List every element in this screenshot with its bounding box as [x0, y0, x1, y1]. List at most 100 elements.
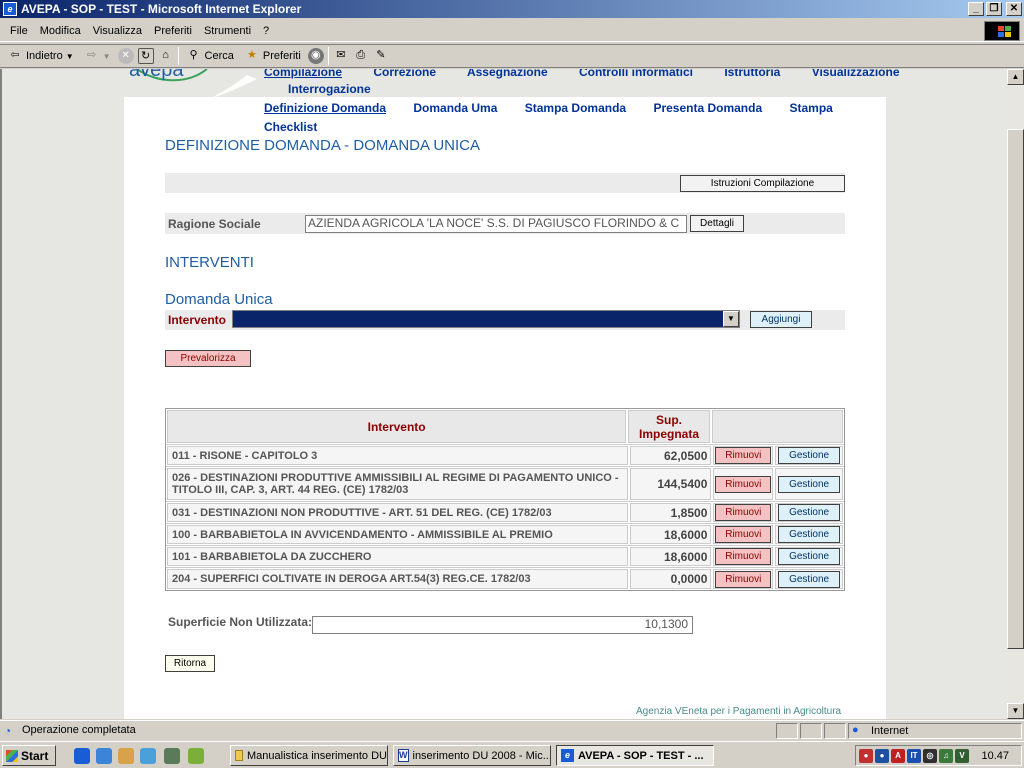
- favorites-icon: ★: [246, 49, 257, 61]
- gestione-button[interactable]: Gestione: [778, 475, 841, 493]
- aggiungi-button[interactable]: Aggiungi: [750, 311, 812, 328]
- istruzioni-compilazione-button[interactable]: Istruzioni Compilazione: [680, 175, 845, 192]
- nav-interrogazione[interactable]: Interrogazione: [288, 82, 371, 96]
- print-icon[interactable]: ⎙: [353, 48, 369, 64]
- scroll-thumb[interactable]: [1007, 129, 1024, 649]
- taskbar: Start Manualistica inserimento DU W inse…: [0, 741, 1024, 768]
- rimuovi-button[interactable]: Rimuovi: [715, 570, 772, 588]
- table-row: 101 - BARBABIETOLA DA ZUCCHERO 18,6000 Rim…: [166, 546, 844, 568]
- gestione-button[interactable]: Gestione: [778, 570, 841, 588]
- interventi-table: Intervento Sup. Impegnata 011 - RISONE -…: [165, 408, 845, 591]
- nav-compilazione[interactable]: Compilazione: [264, 69, 342, 79]
- cell-intervento: 204 - SUPERFICI COLTIVATE IN DEROGA ART.…: [167, 569, 628, 589]
- gestione-button[interactable]: Gestione: [778, 526, 841, 543]
- subnav-definizione-domanda[interactable]: Definizione Domanda: [264, 101, 386, 115]
- word-icon: W: [398, 749, 409, 762]
- status-text: Operazione completata: [22, 724, 136, 736]
- table-row: 026 - DESTINAZIONI PRODUTTIVE AMMISSIBIL…: [166, 467, 844, 502]
- task-manualistica[interactable]: Manualistica inserimento DU: [230, 745, 388, 766]
- back-label: Indietro: [26, 50, 63, 62]
- app-quicklaunch-icon[interactable]: [188, 748, 204, 764]
- cell-intervento: 100 - BARBABIETOLA IN AVVICENDAMENTO - A…: [167, 525, 628, 544]
- menu-modifica[interactable]: Modifica: [34, 25, 87, 37]
- page-done-icon: ◔: [4, 724, 12, 738]
- outlook-quicklaunch-icon[interactable]: [96, 748, 112, 764]
- minimize-button[interactable]: _: [968, 2, 984, 16]
- edit-icon[interactable]: ✎: [373, 48, 389, 64]
- nav-istruttoria[interactable]: Istruttoria: [724, 69, 780, 79]
- menu-file[interactable]: File: [4, 25, 34, 37]
- nav-correzione[interactable]: Correzione: [373, 69, 436, 79]
- subnav-domanda-uma[interactable]: Domanda Uma: [413, 101, 497, 115]
- cell-sup-impegnata: 18,6000: [629, 525, 712, 544]
- prevalorizza-button[interactable]: Prevalorizza: [165, 350, 251, 367]
- nav-visualizzazione[interactable]: Visualizzazione: [812, 69, 900, 79]
- tray-acrobat-icon[interactable]: A: [891, 748, 905, 763]
- gestione-button[interactable]: Gestione: [778, 447, 841, 464]
- rimuovi-button[interactable]: Rimuovi: [715, 447, 772, 464]
- intervento-label: Intervento: [168, 313, 227, 327]
- search-button[interactable]: ⚲ Cerca: [183, 48, 237, 64]
- rimuovi-button[interactable]: Rimuovi: [715, 548, 772, 565]
- vertical-scrollbar[interactable]: ▲ ▼: [1007, 69, 1024, 719]
- menu-strumenti[interactable]: Strumenti: [198, 25, 257, 37]
- interventi-heading: INTERVENTI: [165, 254, 254, 271]
- start-label: Start: [21, 748, 49, 763]
- tray-app-icon[interactable]: V: [955, 748, 969, 763]
- maximize-button[interactable]: ❒: [986, 2, 1002, 16]
- forward-arrow-icon: ⇨: [87, 49, 97, 61]
- start-button[interactable]: Start: [2, 745, 56, 766]
- toolbar: ⇦ Indietro ▼ ⇨ ▼ ✕ ↻ ⌂ ⚲ Cerca ★ Preferi…: [0, 44, 1024, 68]
- rimuovi-button[interactable]: Rimuovi: [715, 526, 772, 543]
- ie-quicklaunch-icon[interactable]: [74, 748, 90, 764]
- tray-language-icon[interactable]: IT: [907, 748, 921, 763]
- tray-security-icon[interactable]: ●: [875, 748, 889, 763]
- favorites-button[interactable]: ★ Preferiti: [241, 48, 304, 64]
- chevron-down-icon[interactable]: ▼: [723, 311, 739, 327]
- network-quicklaunch-icon[interactable]: [164, 748, 180, 764]
- home-icon[interactable]: ⌂: [158, 48, 174, 64]
- tray-audio-icon[interactable]: ♫: [939, 748, 953, 763]
- menu-help[interactable]: ?: [257, 25, 275, 37]
- scroll-up-icon[interactable]: ▲: [1007, 69, 1024, 85]
- stop-icon[interactable]: ✕: [117, 48, 134, 64]
- mail-icon[interactable]: ✉: [333, 48, 349, 64]
- subnav-checklist[interactable]: Checklist: [264, 120, 317, 134]
- ritorna-button[interactable]: Ritorna: [165, 655, 215, 672]
- close-button[interactable]: ✕: [1006, 2, 1022, 16]
- intervento-select[interactable]: ▼: [232, 310, 740, 328]
- nav-controlli-informatici[interactable]: Controlli informatici: [579, 69, 693, 79]
- domanda-unica-heading: Domanda Unica: [165, 291, 273, 308]
- window-title-bar[interactable]: e AVEPA - SOP - TEST - Microsoft Interne…: [0, 0, 1024, 18]
- media-icon[interactable]: ◉: [307, 48, 324, 64]
- rimuovi-button[interactable]: Rimuovi: [715, 504, 772, 521]
- window-title: AVEPA - SOP - TEST - Microsoft Internet …: [21, 2, 302, 16]
- windows-logo-icon: [984, 21, 1020, 41]
- nav-assegnazione[interactable]: Assegnazione: [467, 69, 548, 79]
- zone-panel: ● Internet: [848, 723, 1022, 739]
- tray-antivirus-icon[interactable]: ●: [859, 748, 873, 763]
- subnav-presenta-domanda[interactable]: Presenta Domanda: [653, 101, 762, 115]
- rimuovi-button[interactable]: Rimuovi: [715, 475, 772, 493]
- menu-visualizza[interactable]: Visualizza: [87, 25, 148, 37]
- task-word-document[interactable]: W inserimento DU 2008 - Mic...: [393, 745, 551, 766]
- chevron-down-icon[interactable]: ▼: [103, 52, 111, 61]
- refresh-icon[interactable]: ↻: [137, 48, 154, 64]
- desktop-quicklaunch-icon[interactable]: [118, 748, 134, 764]
- gestione-button[interactable]: Gestione: [778, 504, 841, 521]
- task-avepa-browser[interactable]: e AVEPA - SOP - TEST - ...: [556, 745, 714, 766]
- back-button[interactable]: ⇦ Indietro ▼: [4, 48, 77, 64]
- dettagli-button[interactable]: Dettagli: [690, 215, 744, 232]
- menu-preferiti[interactable]: Preferiti: [148, 25, 198, 37]
- main-nav: Compilazione Correzione Assegnazione Con…: [264, 69, 928, 79]
- messenger-quicklaunch-icon[interactable]: [140, 748, 156, 764]
- scroll-down-icon[interactable]: ▼: [1007, 703, 1024, 719]
- tray-network-icon[interactable]: ◎: [923, 748, 937, 763]
- ragione-sociale-field: AZIENDA AGRICOLA 'LA NOCE' S.S. DI PAGIU…: [305, 215, 687, 233]
- header-intervento: Intervento: [167, 410, 627, 443]
- gestione-button[interactable]: Gestione: [778, 548, 841, 565]
- chevron-down-icon[interactable]: ▼: [66, 52, 74, 61]
- subnav-stampa[interactable]: Stampa: [789, 101, 832, 115]
- forward-button[interactable]: ⇨ ▼: [81, 48, 114, 64]
- subnav-stampa-domanda[interactable]: Stampa Domanda: [525, 101, 626, 115]
